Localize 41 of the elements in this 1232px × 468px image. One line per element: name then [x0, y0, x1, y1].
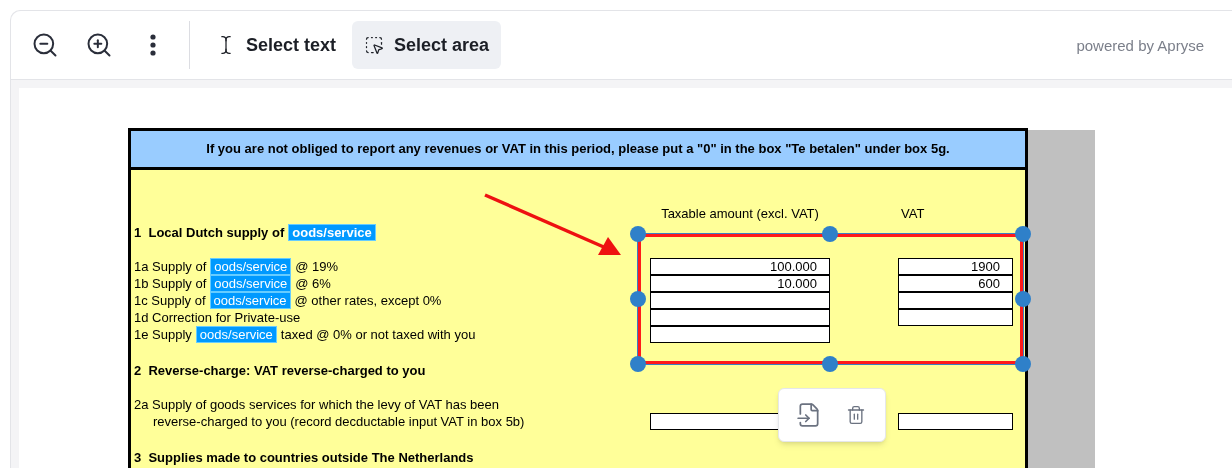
file-export-icon — [795, 402, 822, 428]
line-text: 1e Supply — [134, 326, 192, 343]
section-title: 2 Reverse-charge: VAT reverse-charged to you — [134, 361, 426, 380]
credit-text: powered by Apryse — [1076, 35, 1204, 56]
input-field[interactable]: 600 — [898, 275, 1013, 292]
line-text: @ 6% — [295, 275, 331, 292]
highlighted-text: oods/service — [210, 275, 292, 292]
selection-rectangle[interactable] — [638, 234, 1023, 364]
line-text: @ other rates, except 0% — [294, 292, 442, 309]
input-field[interactable] — [898, 292, 1013, 309]
line-text: 1c Supply of — [134, 292, 206, 309]
line-text: 1b Supply of — [134, 275, 207, 292]
highlighted-text: oods/service — [195, 326, 277, 343]
tool-button[interactable]: Select area — [352, 21, 502, 69]
more-icon — [150, 34, 156, 56]
input-field[interactable] — [898, 309, 1013, 326]
input-field[interactable] — [650, 309, 830, 326]
notice-text: If you are not obliged to report any revenues or VAT in this period, please put a "0" in the box "Te betalen" under box 5g. — [206, 140, 950, 159]
zoom-in-icon — [85, 31, 113, 59]
highlighted-text: oods/service — [288, 224, 376, 241]
trash-icon — [845, 405, 866, 425]
input-field[interactable]: 1900 — [898, 258, 1013, 275]
highlighted-text: oods/service — [209, 292, 291, 309]
section-title: 1 Local Dutch supply of — [134, 223, 285, 242]
line-text: taxed @ 0% or not taxed with you — [280, 326, 476, 343]
input-field[interactable] — [650, 326, 830, 343]
line-text: 2a Supply of goods services for which the levy of VAT has been — [134, 396, 499, 413]
column-header: Taxable amount (excl. VAT) — [660, 206, 820, 222]
line-text: reverse-charged to you (record decductable input VAT in box 5b) — [152, 413, 526, 430]
section-title: 3 Supplies made to countries outside The Netherlands — [134, 448, 474, 467]
line-text: 1a Supply of — [134, 258, 207, 275]
input-field[interactable]: 100.000 — [650, 258, 830, 275]
input-field[interactable]: 10.000 — [650, 275, 830, 292]
highlighted-text: oods/service — [210, 258, 292, 275]
line-text: @ 19% — [295, 258, 339, 275]
zoom-out-icon — [31, 31, 59, 59]
input-field[interactable] — [898, 413, 1013, 430]
dashed-select-icon — [364, 35, 385, 55]
line-text: 1d Correction for Private-use — [134, 309, 301, 326]
column-header: VAT — [900, 206, 926, 222]
input-field[interactable] — [650, 292, 830, 309]
